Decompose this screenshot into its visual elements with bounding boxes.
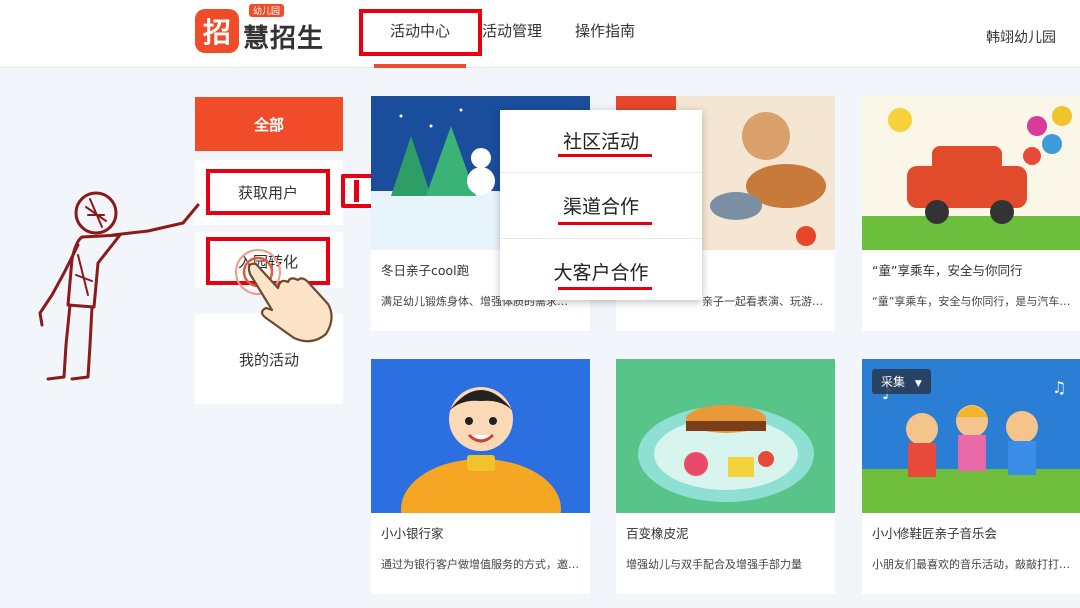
svg-text:♫: ♫ <box>1052 378 1066 397</box>
activity-card[interactable]: “童”享乘车，安全与你同行 “童”享乘车，安全与你同行，是与汽车… <box>862 96 1080 331</box>
card-desc: “童”享乘车，安全与你同行，是与汽车… <box>872 295 1071 308</box>
activity-card[interactable]: 小小银行家 通过为银行客户做增值服务的方式，邀… <box>371 359 590 594</box>
sidebar-item-acquire-users[interactable]: 获取用户 <box>206 169 330 215</box>
nav-active-underline <box>374 64 466 68</box>
nav-guide[interactable]: 操作指南 <box>575 20 635 41</box>
pointing-hand-icon <box>235 249 333 343</box>
school-name[interactable]: 韩翊幼儿园 <box>986 27 1056 47</box>
activity-card[interactable]: ♪ ♫ 采集 ▼ 小小修鞋匠亲子音乐会 小朋友们最喜欢的音乐活动，敲敲打打… <box>862 359 1080 594</box>
annotation-underline <box>558 222 652 225</box>
category-dropdown-menu: 社区活动 渠道合作 大客户合作 <box>500 110 702 300</box>
logo-text: 慧招生 <box>243 24 325 54</box>
card-desc: 亲子一起看表演、玩游… <box>702 295 823 308</box>
nav-activity-management[interactable]: 活动管理 <box>482 20 542 41</box>
annotation-underline <box>558 154 652 157</box>
card-image-clay <box>616 359 835 513</box>
stick-figure-illustration <box>38 191 200 381</box>
dropdown-item-key-account[interactable]: 大客户合作 <box>500 241 702 301</box>
card-title: 小小银行家 <box>381 526 444 541</box>
nav-activity-center[interactable]: 活动中心 <box>390 20 450 41</box>
collect-dropdown-button[interactable]: 采集 ▼ <box>872 369 931 394</box>
caret-down-icon: ▼ <box>914 379 922 389</box>
card-desc: 通过为银行客户做增值服务的方式，邀… <box>381 558 579 571</box>
card-title: 小小修鞋匠亲子音乐会 <box>872 526 998 541</box>
activity-card[interactable]: 百变橡皮泥 增强幼儿与双手配合及增强手部力量 <box>616 359 835 594</box>
logo[interactable]: 招 幼儿园 慧招生 <box>195 4 325 55</box>
logo-badge: 招 <box>195 8 239 53</box>
card-title: 冬日亲子cool跑 <box>381 263 470 278</box>
card-title: “童”享乘车，安全与你同行 <box>872 263 1023 278</box>
annotation-underline <box>558 287 652 290</box>
card-image-bank <box>371 359 590 513</box>
card-image-car <box>862 96 1080 250</box>
logo-tag: 幼儿园 <box>249 4 285 17</box>
card-title: 百变橡皮泥 <box>626 526 689 541</box>
card-desc: 小朋友们最喜欢的音乐活动，敲敲打打… <box>872 558 1070 571</box>
dropdown-item-channel[interactable]: 渠道合作 <box>500 175 702 235</box>
card-desc: 增强幼儿与双手配合及增强手部力量 <box>626 558 802 571</box>
sidebar-item-all[interactable]: 全部 <box>195 97 343 151</box>
top-header: 招 幼儿园 慧招生 活动中心 活动管理 操作指南 韩翊幼儿园 <box>0 0 1080 68</box>
dropdown-item-community[interactable]: 社区活动 <box>500 110 702 170</box>
